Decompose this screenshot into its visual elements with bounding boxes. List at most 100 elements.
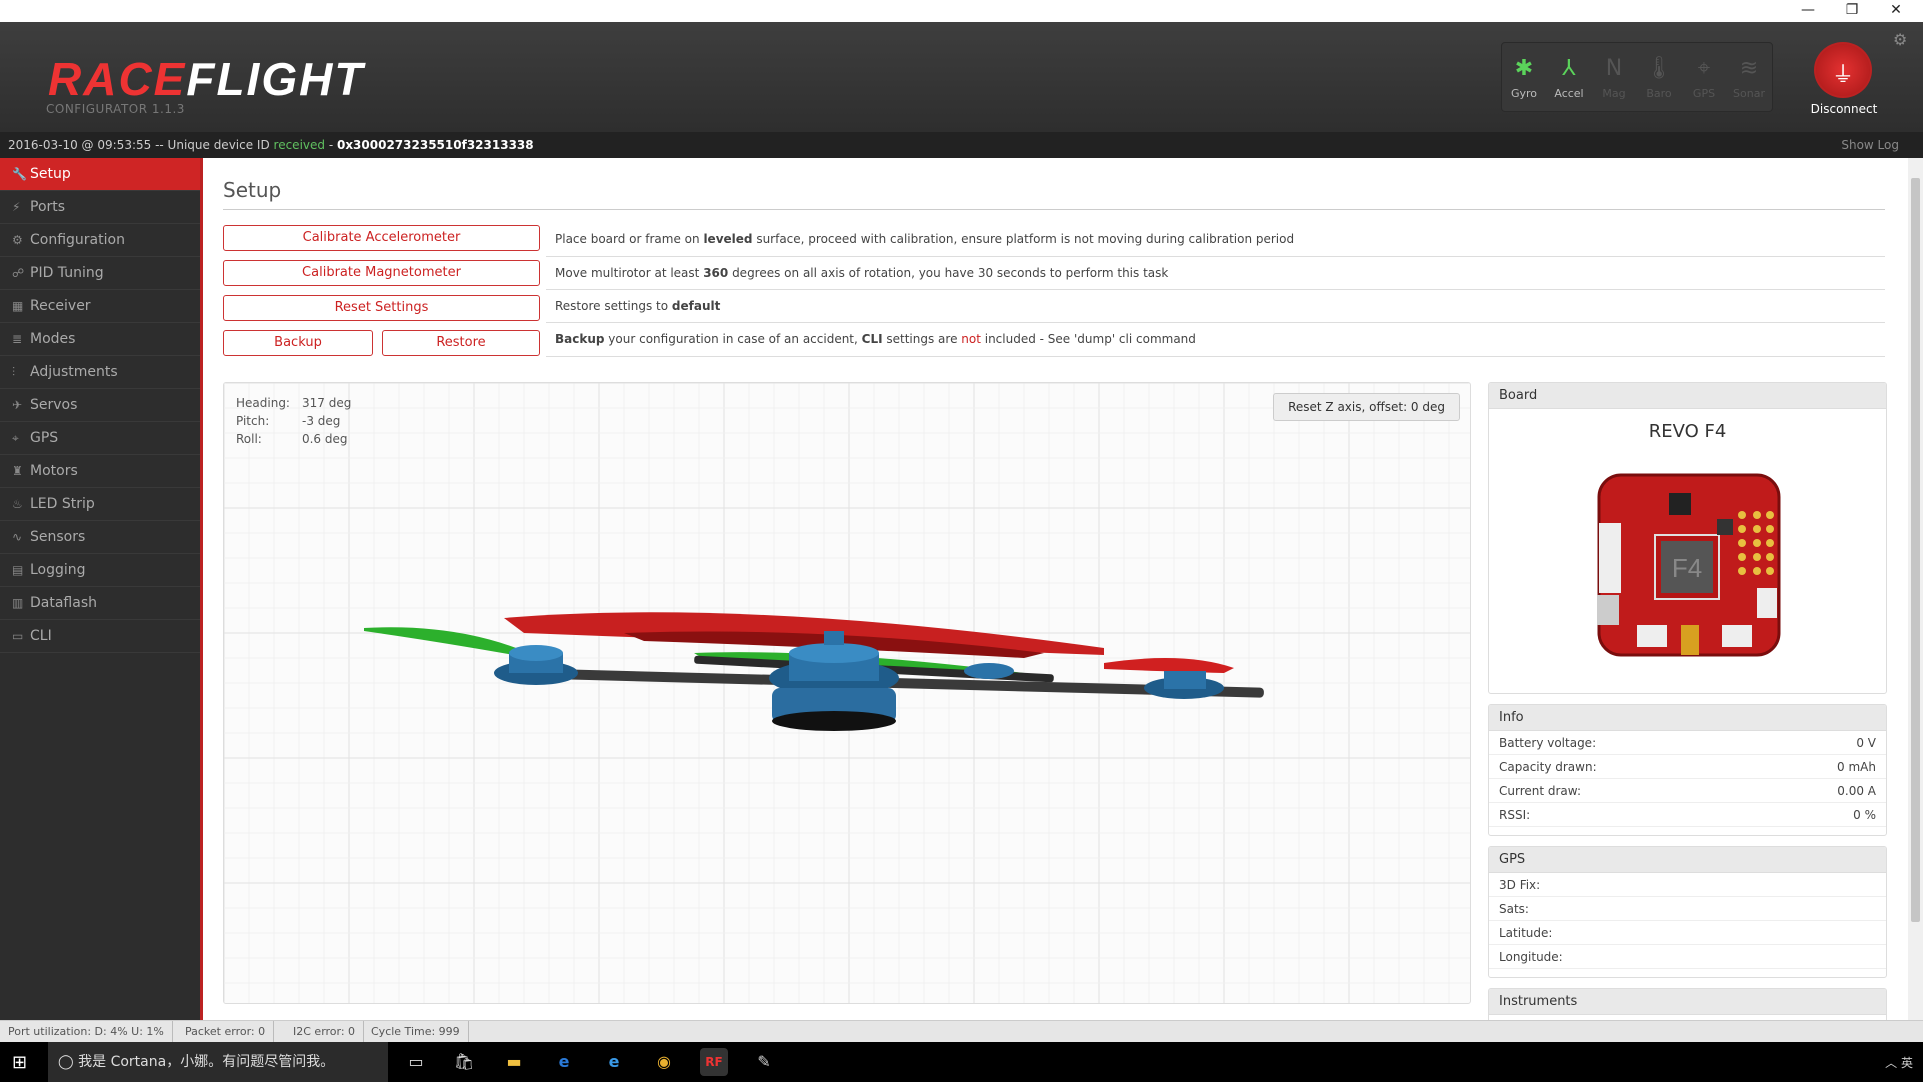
gps-row: Sats:	[1489, 897, 1886, 921]
instruments-panel-title: Instruments	[1489, 989, 1886, 1015]
log-icon: ▤	[12, 563, 24, 577]
sidebar-item-sensors[interactable]: ∿ Sensors	[0, 521, 200, 554]
sensor-label: Sonar	[1733, 87, 1765, 100]
roll-value: 0.6 deg	[301, 432, 348, 446]
sidebar-item-label: Dataflash	[30, 595, 97, 611]
windows-taskbar: ⊞ ◯ 我是 Cortana，小娜。有问题尽管问我。 ▭ 🛍 ▬ e e ◉ R…	[0, 1042, 1923, 1082]
gps-panel: GPS 3D Fix: Sats: Latitude: Longitude:	[1488, 846, 1887, 978]
sitemap-icon: ☍	[12, 266, 25, 280]
sidebar-item-receiver[interactable]: ▦ Receiver	[0, 290, 200, 323]
gps-panel-title: GPS	[1489, 847, 1886, 873]
app-taskbar-icon[interactable]: ✎	[750, 1048, 778, 1076]
windows-start-icon[interactable]: ⊞	[12, 1052, 27, 1073]
board-name: REVO F4	[1648, 421, 1727, 442]
terminal-icon: ▭	[12, 629, 24, 643]
sidebar-item-servos[interactable]: ✈ Servos	[0, 389, 200, 422]
page-title: Setup	[223, 178, 282, 202]
backup-button[interactable]: Backup	[223, 330, 373, 356]
cortana-search-box[interactable]: ◯ 我是 Cortana，小娜。有问题尽管问我。	[48, 1042, 388, 1082]
store-icon[interactable]: 🛍	[450, 1048, 478, 1076]
cortana-placeholder: 我是 Cortana，小娜。有问题尽管问我。	[78, 1054, 335, 1070]
gps-row-label: 3D Fix:	[1499, 878, 1541, 892]
sensor-status-panel: ✱ Gyro ⅄ Accel N Mag 🌡 Baro ⌖ GPS ≋ Sonar	[1501, 42, 1773, 112]
raceflight-taskbar-icon[interactable]: RF	[700, 1048, 728, 1076]
sidebar-item-led-strip[interactable]: ♨ LED Strip	[0, 488, 200, 521]
tray-arrow-icon[interactable]: ︿	[1885, 1056, 1901, 1070]
settings-gear-icon[interactable]: ⚙	[1893, 30, 1907, 49]
sidebar-item-label: Servos	[30, 397, 78, 413]
window-titlebar: — ❐ ✕	[0, 0, 1923, 22]
sidebar-item-gps[interactable]: ⌖ GPS	[0, 422, 200, 455]
file-explorer-icon[interactable]: ▬	[500, 1048, 528, 1076]
calibrate-magnetometer-text: Move multirotor at least 360 degrees on …	[555, 266, 1169, 280]
sensor-label: Mag	[1602, 87, 1626, 100]
sensor-sonar: ≋ Sonar	[1727, 43, 1771, 113]
accel-icon: ⅄	[1562, 56, 1576, 81]
sidebar-item-label: Ports	[30, 199, 66, 215]
sidebar-item-label: PID Tuning	[30, 265, 104, 281]
sidebar-item-cli[interactable]: ▭ CLI	[0, 620, 200, 653]
model-viewport[interactable]: Heading: 317 deg Pitch: -3 deg Roll: 0.6 de…	[223, 382, 1471, 1004]
show-log-link[interactable]: Show Log	[1841, 132, 1899, 158]
restore-button[interactable]: Restore	[382, 330, 540, 356]
system-tray[interactable]: ︿ 英	[1885, 1054, 1913, 1071]
heading-value: 317 deg	[301, 396, 352, 410]
info-panel: Info Battery voltage: 0 V Capacity drawn: 0…	[1488, 704, 1887, 836]
version-label: CONFIGURATOR 1.1.3	[46, 102, 185, 116]
sidebar-item-pid-tuning[interactable]: ☍ PID Tuning	[0, 257, 200, 290]
gps-row-label: Sats:	[1499, 902, 1529, 916]
sliders-icon: ⫶	[12, 365, 16, 379]
log-bar: 2016-03-10 @ 09:53:55 -- Unique device I…	[0, 132, 1923, 158]
calibrate-accelerometer-text: Place board or frame on leveled surface,…	[555, 232, 1295, 246]
app-window: — ❐ ✕ RACEFLIGHT CONFIGURATOR 1.1.3 ✱ Gyr…	[0, 0, 1923, 1082]
sensor-baro: 🌡 Baro	[1637, 43, 1681, 113]
pitch-label: Pitch:	[236, 414, 270, 428]
sidebar-item-logging[interactable]: ▤ Logging	[0, 554, 200, 587]
main-scrollbar-thumb[interactable]	[1911, 178, 1920, 922]
sensor-icon: ∿	[12, 530, 23, 544]
sidebar-item-dataflash[interactable]: ▥ Dataflash	[0, 587, 200, 620]
reset-z-axis-button[interactable]: Reset Z axis, offset: 0 deg	[1273, 393, 1460, 421]
sidebar-item-motors[interactable]: ♜ Motors	[0, 455, 200, 488]
info-panel-title: Info	[1489, 705, 1886, 731]
sidebar-item-label: Sensors	[30, 529, 86, 545]
sidebar-item-adjustments[interactable]: ⫶ Adjustments	[0, 356, 200, 389]
reset-settings-button[interactable]: Reset Settings	[223, 295, 540, 321]
sensor-label: Baro	[1646, 87, 1672, 100]
sensor-label: Accel	[1554, 87, 1584, 100]
edge-icon[interactable]: e	[550, 1048, 578, 1076]
status-bar: Port utilization: D: 4% U: 1% Packet err…	[0, 1020, 1923, 1042]
minimize-button[interactable]: —	[1788, 0, 1828, 22]
disconnect-label[interactable]: Disconnect	[1800, 102, 1888, 116]
task-view-icon[interactable]: ▭	[402, 1048, 430, 1076]
chrome-icon[interactable]: ◉	[650, 1048, 678, 1076]
gyro-icon: ✱	[1514, 56, 1534, 81]
row-divider	[546, 289, 1885, 290]
info-row-label: Battery voltage:	[1499, 736, 1597, 750]
sidebar-item-label: Motors	[30, 463, 78, 479]
sidebar-item-configuration[interactable]: ⚙ Configuration	[0, 224, 200, 257]
packet-error: Packet error: 0	[177, 1021, 275, 1042]
info-row: RSSI: 0 %	[1489, 803, 1886, 827]
info-row-value: 0 V	[1856, 736, 1876, 750]
calibrate-accelerometer-button[interactable]: Calibrate Accelerometer	[223, 225, 540, 251]
info-row: Current draw: 0.00 A	[1489, 779, 1886, 803]
info-row-value: 0 mAh	[1837, 760, 1876, 774]
calibrate-magnetometer-button[interactable]: Calibrate Magnetometer	[223, 260, 540, 286]
sidebar-item-ports[interactable]: ⚡ Ports	[0, 191, 200, 224]
mag-icon: N	[1605, 56, 1623, 81]
sidebar-nav: 🔧 Setup ⚡ Ports ⚙ Configuration ☍ PID Tuning ▦ Re…	[0, 158, 203, 1020]
sidebar-item-setup[interactable]: 🔧 Setup	[0, 158, 200, 191]
sidebar-item-modes[interactable]: ≣ Modes	[0, 323, 200, 356]
internet-explorer-icon[interactable]: e	[600, 1048, 628, 1076]
board-panel-title: Board	[1489, 383, 1886, 409]
ime-indicator[interactable]: 英	[1901, 1056, 1913, 1070]
pitch-value: -3 deg	[301, 414, 341, 428]
info-row: Capacity drawn: 0 mAh	[1489, 755, 1886, 779]
restore-button[interactable]: ❐	[1832, 0, 1872, 22]
gps-row: Longitude:	[1489, 945, 1886, 969]
row-divider	[546, 256, 1885, 257]
close-button[interactable]: ✕	[1876, 0, 1916, 22]
motor-icon: ♜	[12, 464, 23, 478]
row-divider	[546, 322, 1885, 323]
